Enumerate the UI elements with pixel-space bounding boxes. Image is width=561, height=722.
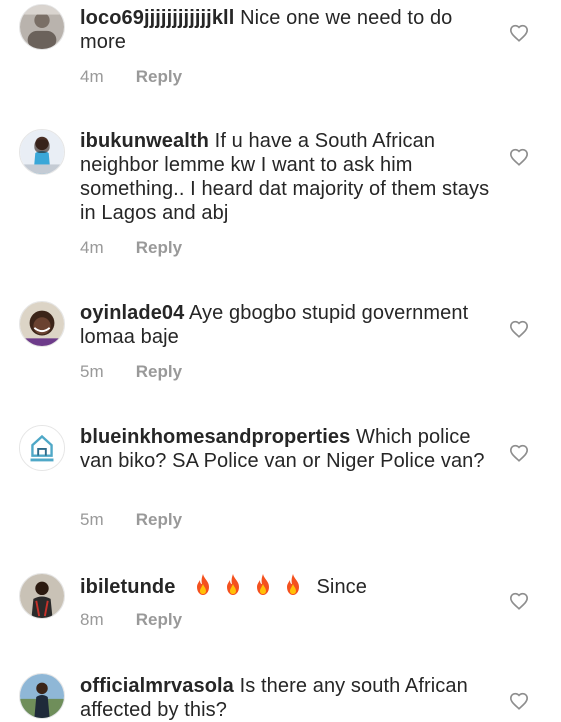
comment-username[interactable]: ibiletunde [80,576,175,598]
heart-icon[interactable] [509,320,529,338]
comment-text: loco69jjjjjjjjjjjjkll Nice one we need t… [80,6,490,54]
avatar[interactable] [19,425,65,471]
heart-icon[interactable] [509,592,529,610]
heart-icon[interactable] [509,444,529,462]
comment-text: ibiletunde Since [80,573,490,599]
comment-meta: 5m Reply [80,362,182,382]
avatar[interactable] [19,4,65,50]
comment-time: 8m [80,610,104,629]
reply-button[interactable]: Reply [136,362,182,381]
heart-icon[interactable] [509,148,529,166]
reply-button[interactable]: Reply [136,238,182,257]
comment-time: 5m [80,362,104,381]
comment-time: 5m [80,510,104,529]
comment-username[interactable]: ibukunwealth [80,130,209,152]
comment-time: 4m [80,238,104,257]
comment-username[interactable]: oyinlade04 [80,302,184,324]
comment-username[interactable]: loco69jjjjjjjjjjjjkll [80,7,234,29]
comment-body: Since [316,576,367,598]
heart-icon[interactable] [509,24,529,42]
comment-text: blueinkhomesandproperties Which police v… [80,425,490,473]
avatar[interactable] [19,573,65,619]
comment-text: oyinlade04 Aye gbogbo stupid government … [80,301,490,349]
heart-icon[interactable] [509,692,529,710]
comment-username[interactable]: officialmrvasola [80,675,234,697]
fire-icon [191,573,215,597]
fire-icon [221,573,245,597]
comment-meta: 4m Reply [80,67,182,87]
fire-icon [251,573,275,597]
comment-time: 4m [80,67,104,86]
reply-button[interactable]: Reply [136,510,182,529]
fire-icon [281,573,305,597]
reply-button[interactable]: Reply [136,67,182,86]
comment-meta: 8m Reply [80,610,182,630]
comment-text: officialmrvasola Is there any south Afri… [80,674,490,722]
reply-button[interactable]: Reply [136,610,182,629]
avatar[interactable] [19,301,65,347]
comment-meta: 5m Reply [80,510,182,530]
comment-text: ibukunwealth If u have a South African n… [80,129,490,225]
comment-username[interactable]: blueinkhomesandproperties [80,426,350,448]
avatar[interactable] [19,673,65,719]
avatar[interactable] [19,129,65,175]
comment-meta: 4m Reply [80,238,182,258]
